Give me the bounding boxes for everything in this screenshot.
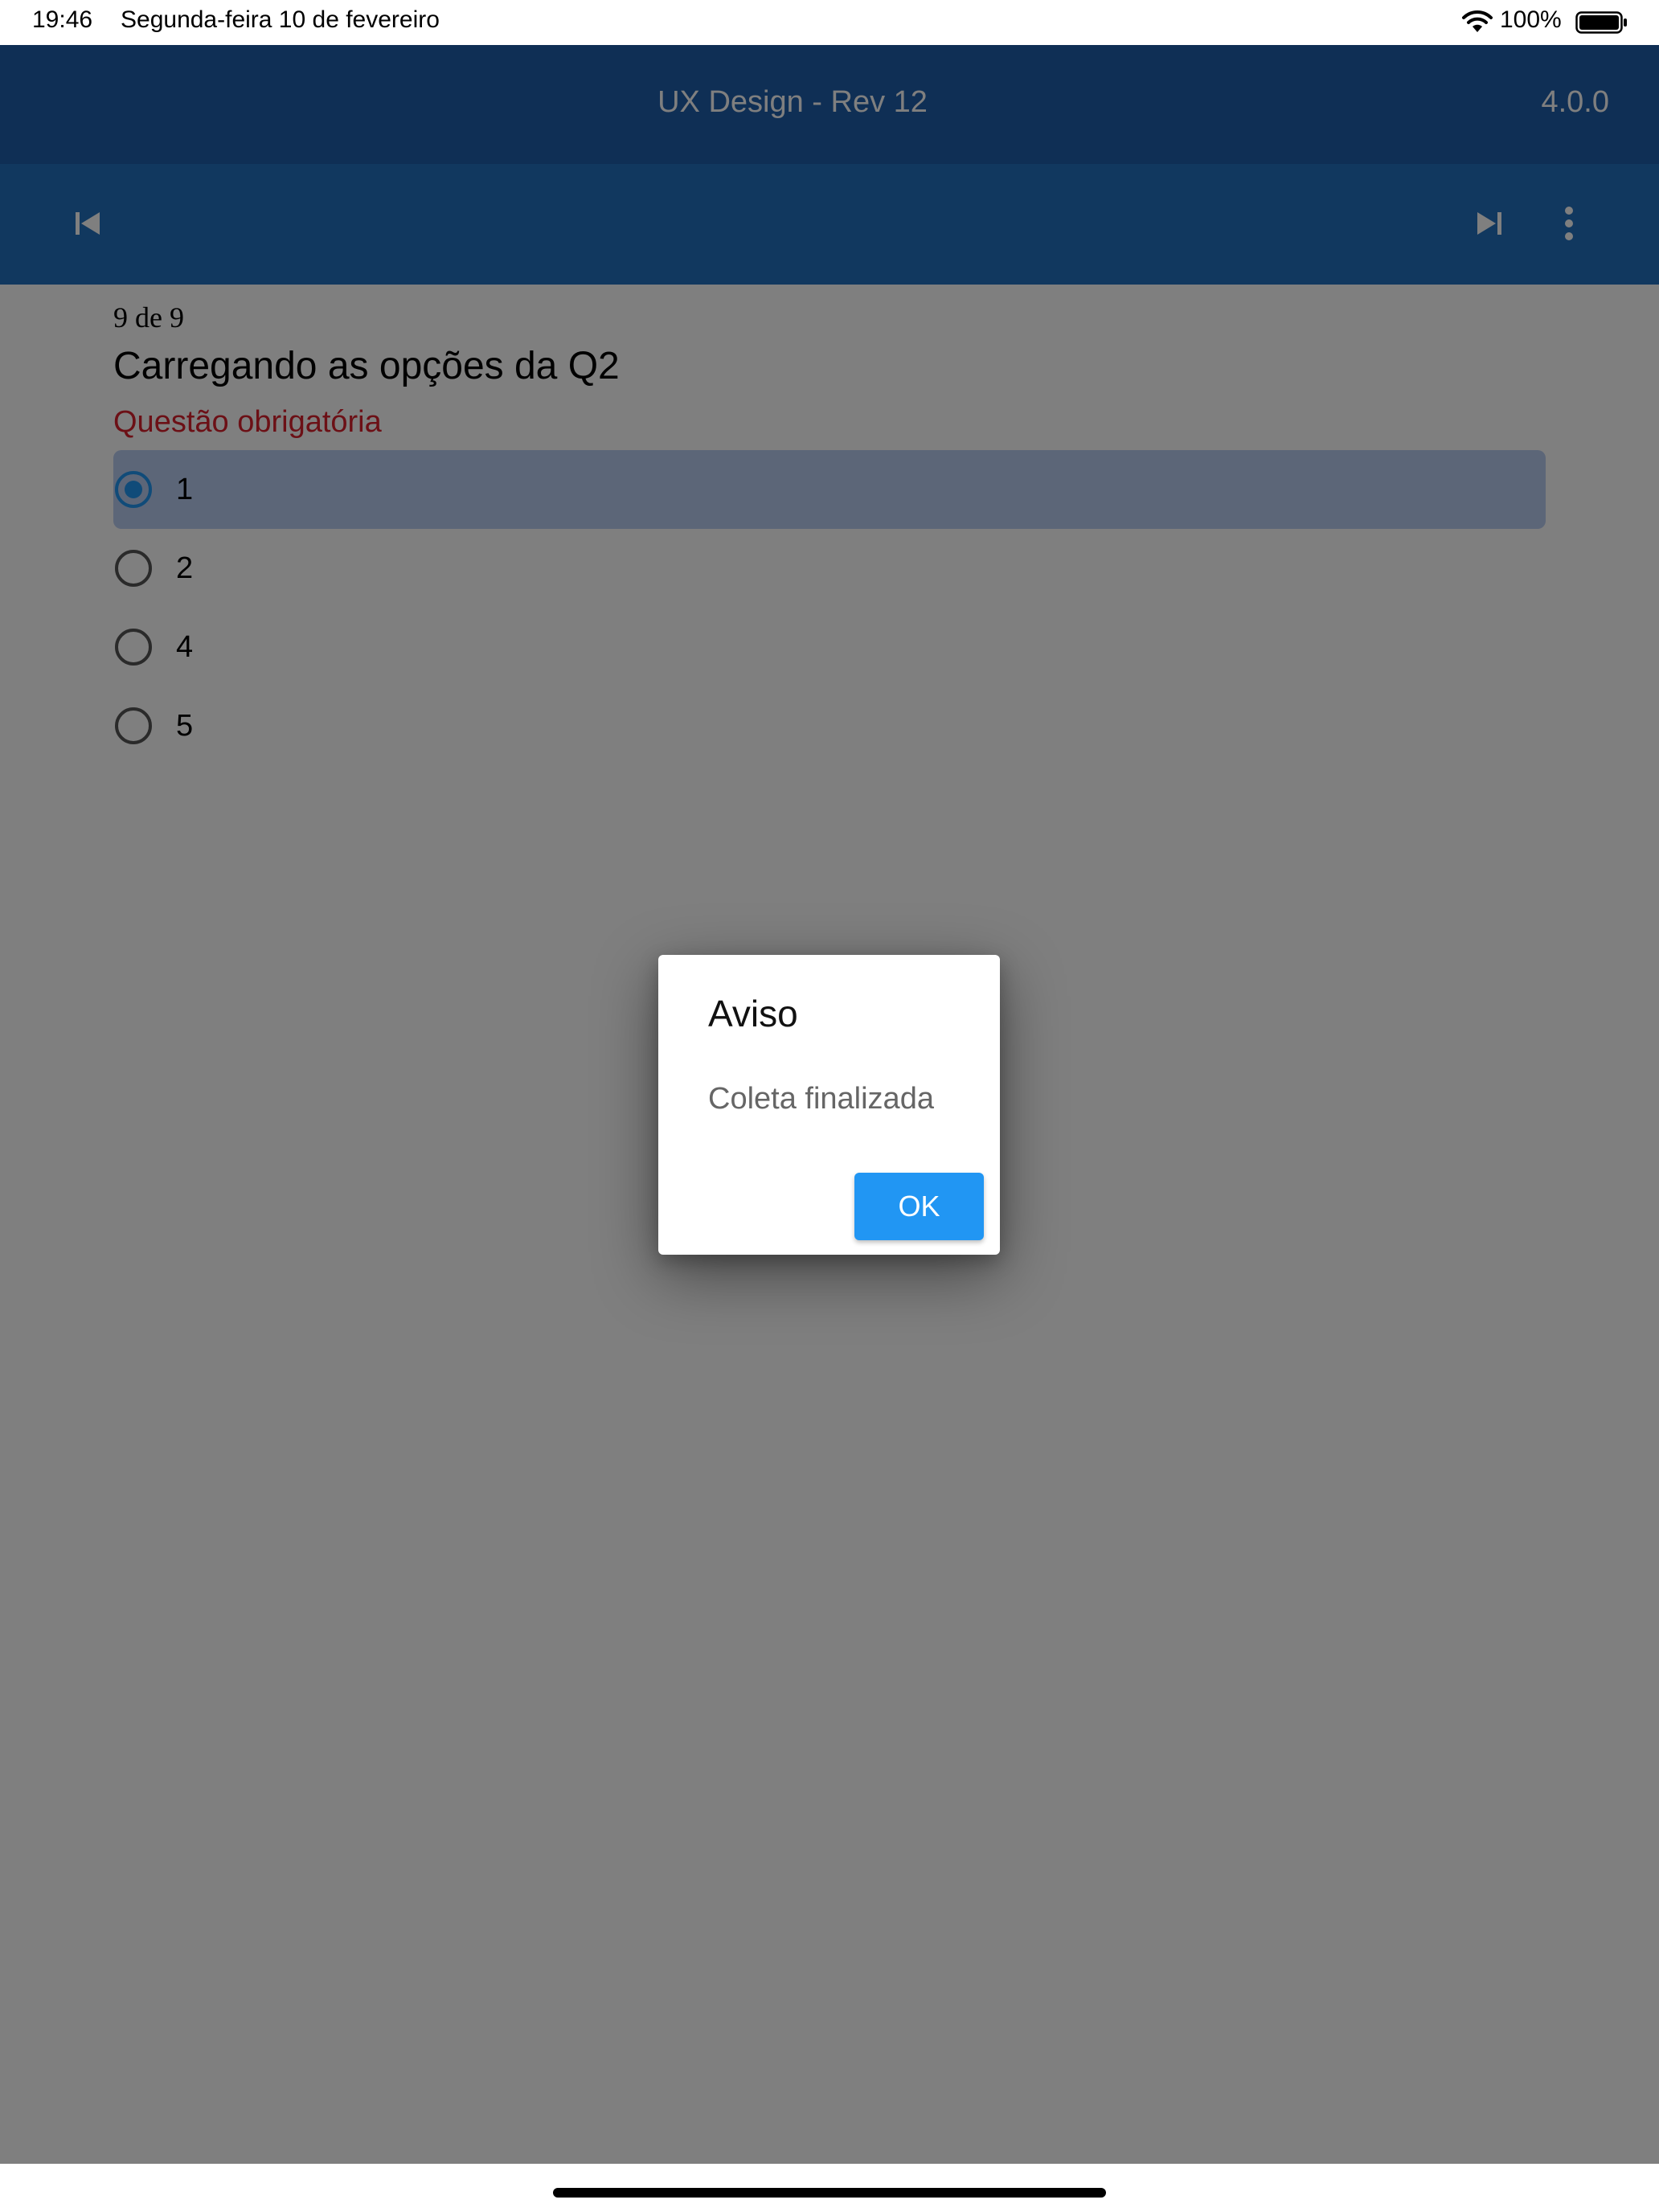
alert-dialog: Aviso Coleta finalizada OK xyxy=(658,955,1000,1255)
home-indicator-area xyxy=(0,2164,1659,2212)
wifi-icon xyxy=(1461,10,1493,34)
dialog-message: Coleta finalizada xyxy=(708,1082,934,1116)
battery-icon xyxy=(1575,11,1628,34)
status-bar: 19:46 Segunda-feira 10 de fevereiro 100% xyxy=(0,0,1659,45)
dialog-title: Aviso xyxy=(708,993,798,1034)
ok-button[interactable]: OK xyxy=(854,1173,984,1240)
status-date: Segunda-feira 10 de fevereiro xyxy=(121,6,440,33)
app-screen: 19:46 Segunda-feira 10 de fevereiro 100%… xyxy=(0,0,1659,2212)
battery-percentage: 100% xyxy=(1500,6,1562,33)
home-indicator[interactable] xyxy=(553,2188,1106,2198)
status-time: 19:46 xyxy=(32,6,93,33)
